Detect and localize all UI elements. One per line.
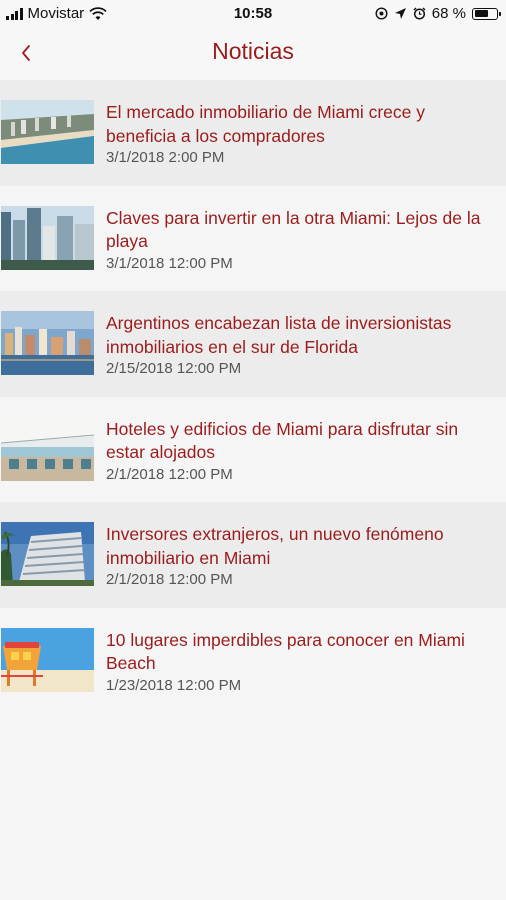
alarm-icon	[413, 7, 426, 20]
news-item[interactable]: Inversores extranjeros, un nuevo fenómen…	[0, 502, 506, 608]
news-thumbnail-city-towers	[1, 205, 94, 270]
news-date: 3/1/2018 12:00 PM	[106, 254, 233, 272]
navigation-bar: Noticias	[0, 28, 506, 80]
news-thumbnail-hotel-terrace	[1, 416, 94, 481]
navigation-arrow-icon	[394, 8, 406, 19]
news-title: Hoteles y edificios de Miami para disfru…	[106, 418, 459, 463]
battery-icon	[472, 7, 501, 20]
page-title: Noticias	[212, 38, 294, 64]
battery-fill	[474, 10, 488, 17]
news-title: Inversores extranjeros, un nuevo fenómen…	[106, 524, 444, 568]
news-title: 10 lugares imperdibles para conocer en M…	[106, 629, 465, 674]
status-bar: Movistar 10:58 68 %	[0, 0, 506, 28]
news-item[interactable]: 10 lugares imperdibles para conocer en M…	[0, 607, 506, 713]
news-thumbnail-lifeguard-tower	[1, 627, 94, 692]
news-date: 2/1/2018 12:00 PM	[106, 571, 233, 588]
news-title: Claves para invertir en la otra Miami: L…	[106, 207, 481, 252]
news-date: 2/15/2018 12:00 PM	[106, 360, 242, 377]
news-item[interactable]: Hoteles y edificios de Miami para disfru…	[0, 396, 506, 502]
news-thumbnail-aerial-beach	[1, 100, 94, 164]
news-date: 2/1/2018 12:00 PM	[106, 465, 233, 483]
news-thumbnail-modern-building	[1, 522, 94, 586]
news-date: 3/1/2018 2:00 PM	[106, 149, 225, 166]
news-item[interactable]: El mercado inmobiliario de Miami crece y…	[0, 80, 506, 186]
news-thumbnail-skyline-dusk	[1, 311, 94, 375]
news-item[interactable]: Argentinos encabezan lista de inversioni…	[0, 291, 506, 397]
status-right: 68 %	[375, 5, 501, 22]
news-item[interactable]: Claves para invertir en la otra Miami: L…	[0, 185, 506, 291]
news-list: El mercado inmobiliario de Miami crece y…	[0, 80, 506, 713]
battery-percent: 68 %	[431, 5, 466, 22]
news-title: El mercado inmobiliario de Miami crece y…	[106, 102, 425, 146]
news-title: Argentinos encabezan lista de inversioni…	[106, 313, 452, 357]
news-date: 1/23/2018 12:00 PM	[106, 676, 242, 694]
location-lock-icon	[375, 7, 388, 20]
